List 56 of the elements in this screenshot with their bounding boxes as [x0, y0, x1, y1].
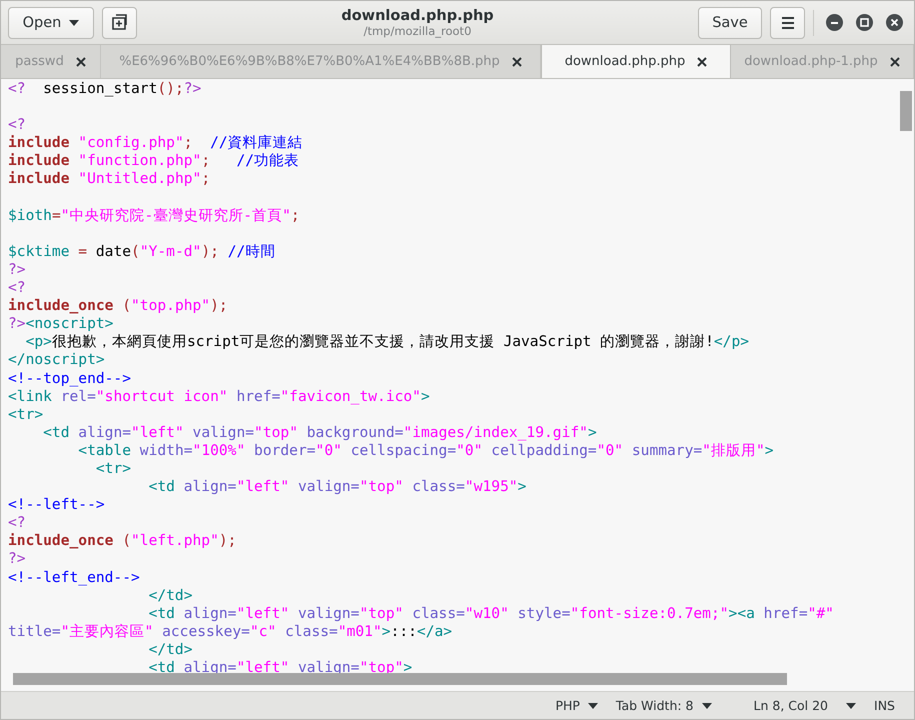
code-line: ?><noscript>	[8, 315, 114, 334]
code-line: <?	[8, 116, 27, 134]
language-dropdown[interactable]: PHP	[546, 698, 607, 713]
code-line: <tr>	[8, 406, 44, 424]
code-line: include "function.php"; //功能表	[8, 152, 300, 170]
code-line: </td>	[148, 586, 194, 605]
caret-icon	[846, 702, 856, 708]
code-line: title="主要內容區" accesskey="c" class="m01">:::</a>	[8, 622, 454, 641]
code-line: <!--top_end-->	[8, 370, 132, 388]
caret-icon	[702, 702, 712, 708]
cursor-position: Ln 8, Col 20	[752, 698, 830, 713]
code-line: <!--left_end-->	[8, 568, 141, 587]
horizontal-scrollbar-thumb[interactable]	[13, 673, 787, 685]
code-line: </td>	[148, 640, 194, 659]
menu-button[interactable]	[770, 6, 805, 38]
code-line: <td align="left" valign="top" class="w10" style="font-size:0.7em;"><a href="#"	[148, 604, 835, 623]
code-line: <?	[8, 514, 27, 532]
code-line: <td align="left" valign="top" background="images/index_19.gif">	[42, 424, 598, 442]
insert-mode: INS	[873, 698, 896, 713]
code-line: <p>很抱歉，本網頁使用script可是您的瀏覽器並不支援，請改用支援 JavaScript 的瀏覽器，謝謝!</p>	[24, 333, 750, 352]
code-line: include_once ("left.php");	[8, 532, 238, 550]
code-line: include "Untitled.php";	[8, 170, 212, 189]
code-line: <link rel="shortcut icon" href="favicon_tw.ico">	[8, 388, 431, 406]
code-line: include "config.php"; //資料庫連結	[8, 134, 304, 152]
menu-icon	[780, 16, 794, 30]
code-line: $cktime = date("Y-m-d"); //時間	[8, 242, 276, 261]
vertical-scrollbar-thumb[interactable]	[900, 91, 912, 131]
code-line: <tr>	[94, 460, 132, 478]
tab-width-dropdown[interactable]: Tab Width: 8	[606, 698, 721, 713]
new-tab-button[interactable]	[102, 6, 137, 38]
code-line: <td align="left" valign="top" class="w195">	[148, 478, 528, 496]
code-line: $ioth="中央研究院-臺灣史研究所-首頁";	[8, 206, 301, 225]
close-icon[interactable]	[890, 56, 900, 66]
code-line: <?	[8, 279, 27, 298]
maximize-icon[interactable]	[856, 14, 873, 31]
code-line: <table width="100%" border="0" cellspacing="0" cellpadding="0" summary="排版用">	[77, 442, 775, 460]
open-button[interactable]: Open	[8, 6, 94, 38]
window-title: download.php.php	[341, 8, 494, 24]
close-icon[interactable]	[512, 56, 522, 66]
code-line: <!--left-->	[8, 496, 106, 514]
minimize-icon[interactable]	[826, 14, 843, 31]
save-button[interactable]: Save	[698, 6, 762, 38]
caret-icon	[69, 20, 80, 26]
close-icon[interactable]	[76, 56, 86, 66]
window-subtitle: /tmp/mozilla_root0	[364, 24, 472, 38]
code-line: include_once ("top.php");	[8, 297, 229, 316]
caret-icon	[588, 702, 598, 708]
code-line: ?>	[8, 550, 27, 569]
code-line: ?>	[8, 260, 27, 280]
code-line: <? session_start();?>	[8, 80, 202, 98]
close-icon[interactable]	[697, 56, 708, 66]
code-line: <td align="left" valign="top">	[148, 659, 414, 678]
new-document-icon	[111, 14, 128, 31]
close-icon[interactable]	[886, 14, 903, 31]
code-line: </noscript>	[8, 351, 106, 370]
document-tab[interactable]: download.php.php	[541, 45, 731, 78]
